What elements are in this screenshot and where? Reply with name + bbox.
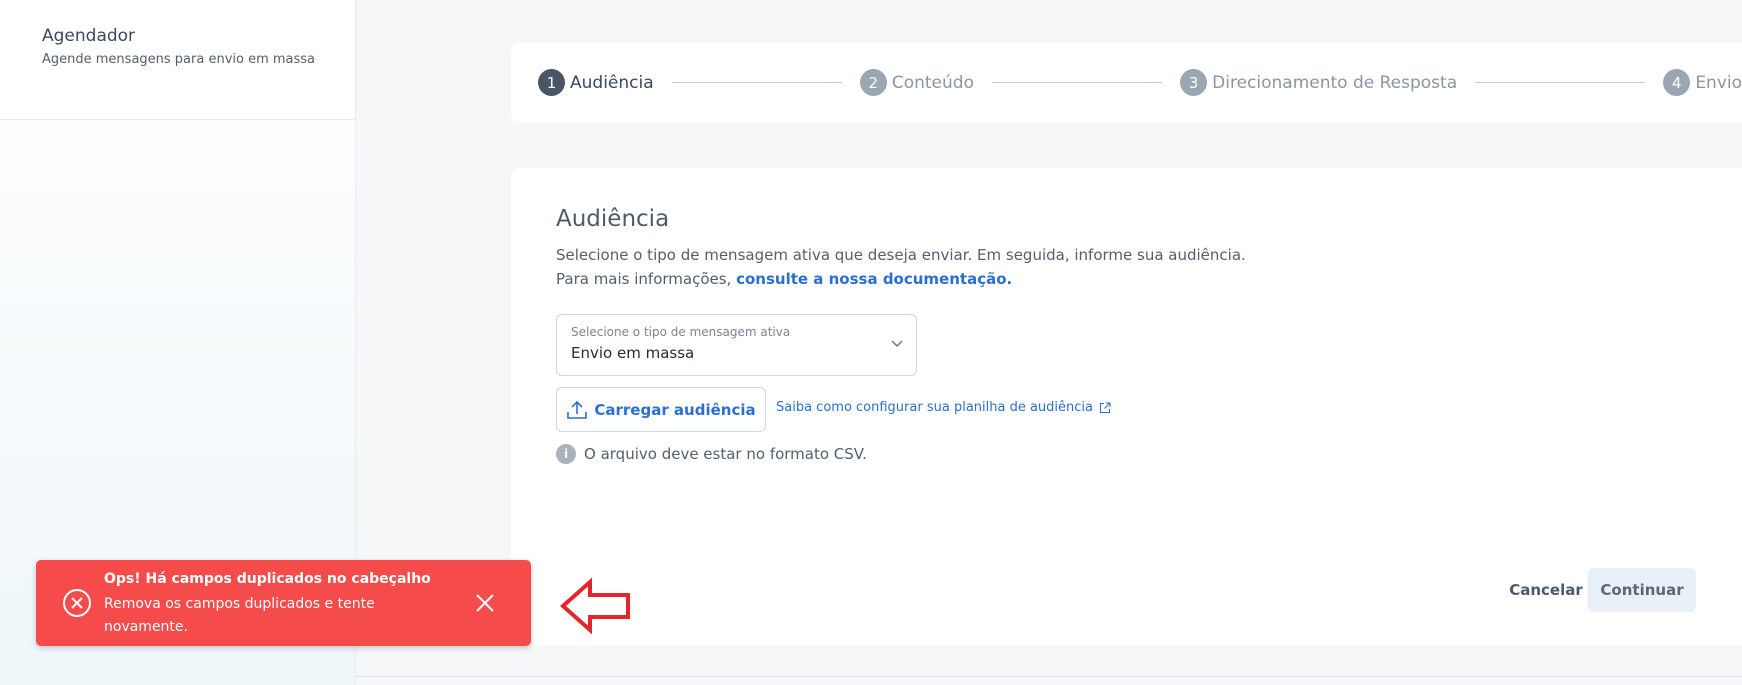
audience-card: Audiência Selecione o tipo de mensagem a…	[511, 168, 1742, 646]
step-number: 2	[859, 69, 887, 96]
error-circle-icon	[63, 589, 91, 617]
help-link-label: Saiba como configurar sua planilha de au…	[776, 400, 1093, 415]
error-toast: Ops! Há campos duplicados no cabeçalho R…	[36, 560, 531, 646]
step-connector	[1475, 82, 1646, 83]
info-text: O arquivo deve estar no formato CSV.	[584, 445, 867, 463]
select-label: Selecione o tipo de mensagem ativa	[571, 325, 791, 339]
step-label: Conteúdo	[891, 72, 974, 93]
sidebar-subtitle: Agende mensagens para envio em massa	[42, 52, 316, 67]
step-number: 4	[1663, 69, 1691, 96]
step-label: Audiência	[570, 72, 654, 93]
upload-button-label: Carregar audiência	[594, 400, 756, 419]
step-number: 1	[538, 69, 565, 96]
card-title: Audiência	[556, 206, 670, 232]
step-label: Envio	[1695, 72, 1742, 93]
sidebar-header: Agendador Agende mensagens para envio em…	[0, 0, 355, 120]
message-type-select[interactable]: Selecione o tipo de mensagem ativa Envio…	[556, 314, 917, 376]
select-value: Envio em massa	[571, 344, 695, 362]
cancel-button[interactable]: Cancelar	[1491, 568, 1601, 612]
upload-audience-button[interactable]: Carregar audiência	[556, 387, 766, 432]
step-audiencia[interactable]: 1 Audiência	[538, 69, 654, 96]
csv-info: i O arquivo deve estar no formato CSV.	[556, 444, 867, 464]
step-connector	[991, 82, 1163, 83]
documentation-link[interactable]: consulte a nossa documentação.	[736, 270, 1012, 288]
close-icon[interactable]	[474, 592, 496, 614]
toast-message: Remova os campos duplicados e tente nova…	[104, 596, 375, 635]
step-connector	[671, 82, 842, 83]
info-icon: i	[556, 444, 576, 464]
upload-icon	[567, 400, 588, 419]
card-description: Selecione o tipo de mensagem ativa que d…	[556, 243, 1256, 291]
step-number: 3	[1180, 69, 1208, 96]
step-conteudo[interactable]: 2 Conteúdo	[859, 69, 974, 96]
sidebar-title: Agendador	[42, 26, 136, 46]
external-link-icon	[1099, 401, 1111, 413]
red-arrow-annotation-icon	[560, 578, 630, 634]
continue-button[interactable]: Continuar	[1588, 568, 1696, 612]
stepper: 1 Audiência 2 Conteúdo 3 Direcionamento …	[511, 42, 1742, 123]
toast-title: Ops! Há campos duplicados no cabeçalho	[104, 571, 431, 587]
step-envio[interactable]: 4 Envio	[1663, 69, 1742, 96]
step-label: Direcionamento de Resposta	[1212, 72, 1458, 93]
chevron-down-icon	[891, 340, 903, 348]
step-direcionamento[interactable]: 3 Direcionamento de Resposta	[1180, 69, 1457, 96]
spreadsheet-help-link[interactable]: Saiba como configurar sua planilha de au…	[776, 400, 1111, 415]
bottom-divider	[356, 676, 1742, 677]
